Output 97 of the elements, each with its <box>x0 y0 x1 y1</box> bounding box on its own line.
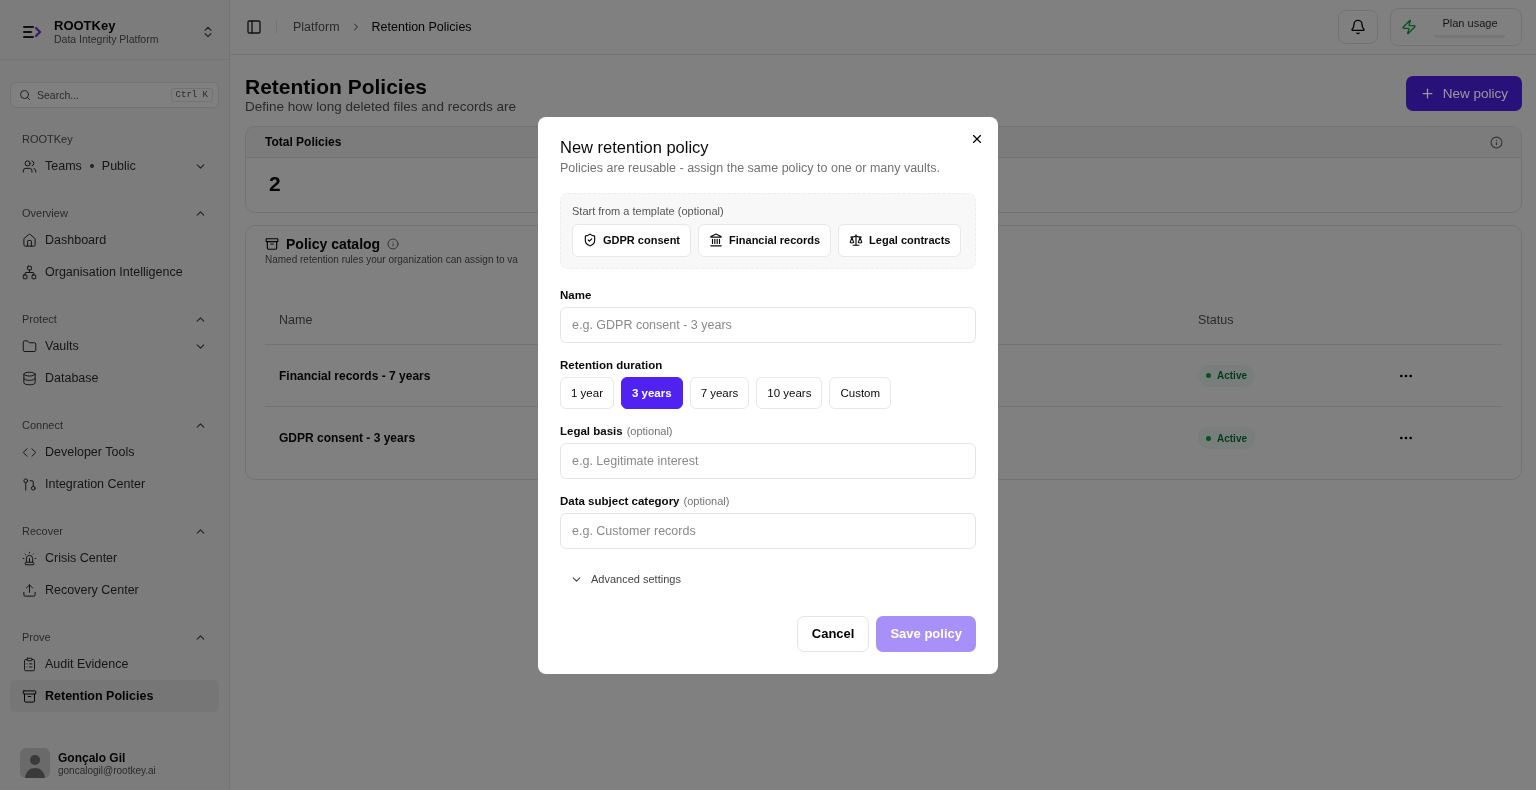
sidebar-item[interactable]: Retention Policies <box>10 680 219 712</box>
duration-option[interactable]: 1 year <box>560 376 614 409</box>
item-label: Retention Policies <box>45 689 154 703</box>
duration-option[interactable]: 7 years <box>689 376 750 409</box>
dialog-title: New retention policy <box>560 137 710 157</box>
archive-icon <box>22 688 37 704</box>
field-label: Retention duration <box>560 358 664 371</box>
users-icon <box>22 158 37 174</box>
house-icon <box>22 232 37 248</box>
avatar <box>20 748 50 778</box>
section-title: ROOTKey <box>22 133 73 145</box>
bank-icon <box>709 233 723 247</box>
sidebar-item[interactable]: Vaults <box>10 330 219 362</box>
duration-option[interactable]: Custom <box>829 376 892 409</box>
clipboard-icon <box>22 656 37 672</box>
name-field[interactable]: e.g. GDPR consent - 3 years <box>560 306 976 343</box>
page-subtitle: Define how long deleted files and records are <box>245 99 516 114</box>
sidebar-item[interactable]: Audit Evidence <box>10 648 219 680</box>
user-email: goncalogil@rootkey.ai <box>58 764 156 776</box>
org-subtitle: Data Integrity Platform <box>54 33 160 45</box>
item-label: Organisation Intelligence <box>45 265 183 279</box>
database-icon <box>22 370 37 386</box>
sidebar-item[interactable]: Crisis Center <box>10 542 219 574</box>
plan-usage-button[interactable]: Plan usage <box>1390 8 1522 46</box>
upload-icon <box>22 582 37 598</box>
field-label: Data subject category <box>560 494 680 507</box>
duration-option[interactable]: 10 years <box>756 376 823 409</box>
item-label: Dashboard <box>45 233 107 247</box>
item-label: Recovery Center <box>45 583 139 597</box>
branch-icon <box>22 476 37 492</box>
breadcrumb[interactable]: Platform <box>293 20 340 34</box>
section-title: Protect <box>22 313 57 325</box>
stat-label: Total Policies <box>265 135 342 149</box>
info-icon[interactable] <box>1490 135 1503 149</box>
item-label: Database <box>45 371 99 385</box>
plus-icon <box>1419 86 1435 101</box>
user-name: Gonçalo Gil <box>58 750 127 765</box>
dialog-description: Policies are reusable - assign the same policy to one or many vaults. <box>560 160 942 175</box>
dot-icon <box>89 164 94 168</box>
network-icon <box>22 264 37 280</box>
item-label: Audit Evidence <box>45 657 129 671</box>
subject-category-field[interactable]: e.g. Customer records <box>560 512 976 549</box>
lightning-icon <box>1401 19 1417 35</box>
archive-icon <box>265 237 279 251</box>
breadcrumb[interactable]: Retention Policies <box>371 20 472 34</box>
section-title: Prove <box>22 631 51 643</box>
sidebar-item[interactable]: Recovery Center <box>10 574 219 606</box>
template-label: Start from a template (optional) <box>572 204 725 217</box>
sidebar-item[interactable]: Teams Public <box>10 150 219 182</box>
item-label: Developer Tools <box>45 445 135 459</box>
item-suffix: Public <box>101 159 136 173</box>
column-header: Name <box>279 312 313 327</box>
template-button[interactable]: Legal contracts <box>838 223 962 257</box>
template-button[interactable]: Financial records <box>698 223 832 257</box>
policy-name: Financial records - 7 years <box>279 368 431 383</box>
policy-name: GDPR consent - 3 years <box>279 431 416 445</box>
optional-hint: (optional) <box>626 424 673 437</box>
template-button[interactable]: GDPR consent <box>572 223 691 257</box>
shortcut-hint: Ctrl K <box>170 88 213 102</box>
column-header: Status <box>1198 312 1234 327</box>
cancel-button[interactable]: Cancel <box>796 615 870 652</box>
search-icon <box>19 89 31 101</box>
status-badge: Active <box>1198 427 1255 449</box>
catalog-title: Policy catalog <box>286 236 381 252</box>
sidebar-item[interactable]: Integration Center <box>10 468 219 500</box>
logo-icon <box>22 23 44 40</box>
siren-icon <box>22 550 37 566</box>
stat-value: 2 <box>269 172 281 196</box>
advanced-settings-toggle[interactable]: Advanced settings <box>560 572 681 586</box>
catalog-subtitle: Named retention rules your organization can assign to va <box>265 254 518 265</box>
shield-check-icon <box>583 233 597 247</box>
sidebar-item[interactable]: Dashboard <box>10 224 219 256</box>
org-name: ROOTKey <box>54 18 117 33</box>
item-label: Integration Center <box>45 477 146 491</box>
duration-option[interactable]: 3 years <box>620 376 683 409</box>
section-title: Connect <box>22 419 63 431</box>
optional-hint: (optional) <box>683 494 730 507</box>
new-policy-button[interactable]: New policy <box>1405 76 1522 111</box>
sidebar-toggle-icon[interactable] <box>246 19 262 35</box>
item-label: Crisis Center <box>45 551 118 565</box>
sidebar-item[interactable]: Organisation Intelligence <box>10 256 219 288</box>
sidebar-item[interactable]: Database <box>10 362 219 394</box>
legal-basis-field[interactable]: e.g. Legitimate interest <box>560 442 976 479</box>
info-icon[interactable] <box>387 238 400 250</box>
sidebar-item[interactable]: Developer Tools <box>10 436 219 468</box>
status-badge: Active <box>1198 364 1255 387</box>
item-label: Vaults <box>45 339 79 353</box>
section-title: Recover <box>22 525 63 537</box>
folder-icon <box>22 338 37 354</box>
section-title: Overview <box>22 207 68 219</box>
page-title: Retention Policies <box>245 75 428 99</box>
item-label: Teams <box>45 159 82 173</box>
scale-icon <box>849 233 864 247</box>
field-label: Name <box>560 288 593 301</box>
field-label: Legal basis <box>560 424 623 437</box>
notifications-button[interactable] <box>1338 10 1378 44</box>
bell-icon <box>1350 19 1366 35</box>
